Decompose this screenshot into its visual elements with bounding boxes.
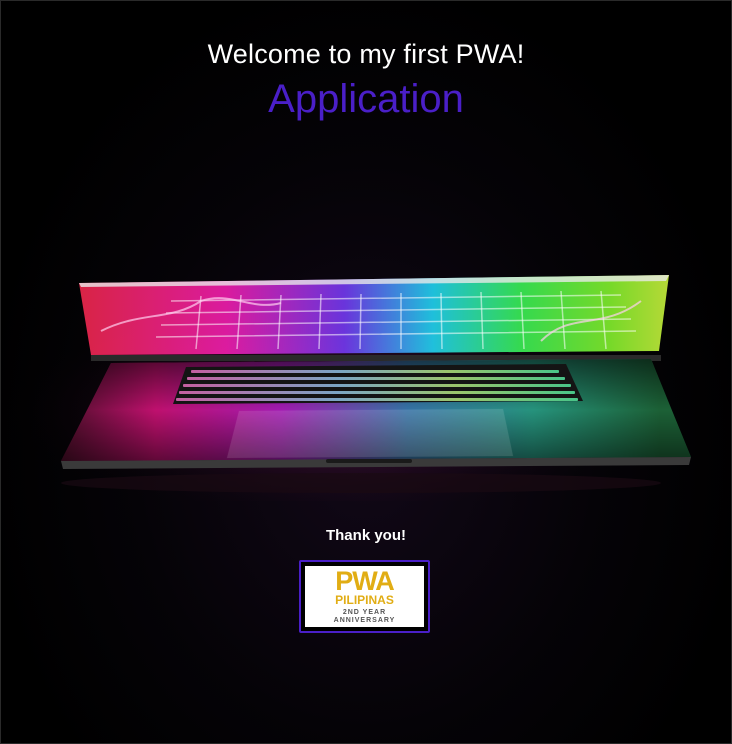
app-title: Application	[268, 77, 464, 121]
badge-year-text: 2ND YEAR	[342, 609, 387, 616]
pwa-pilipinas-badge: PWA PILIPINAS 2ND YEAR ANNIVERSARY	[299, 560, 430, 633]
pwa-pilipinas-logo: PWA PILIPINAS 2ND YEAR ANNIVERSARY	[305, 566, 424, 627]
laptop-image	[1, 275, 691, 501]
badge-logo-text: PWA	[335, 566, 395, 596]
thank-you-text: Thank you!	[325, 527, 406, 544]
badge-anniversary-text: ANNIVERSARY	[333, 617, 396, 624]
page: Welcome to my first PWA! Application Tha…	[0, 0, 732, 744]
welcome-heading: Welcome to my first PWA!	[207, 39, 525, 69]
badge-subtitle: PILIPINAS	[335, 593, 394, 607]
